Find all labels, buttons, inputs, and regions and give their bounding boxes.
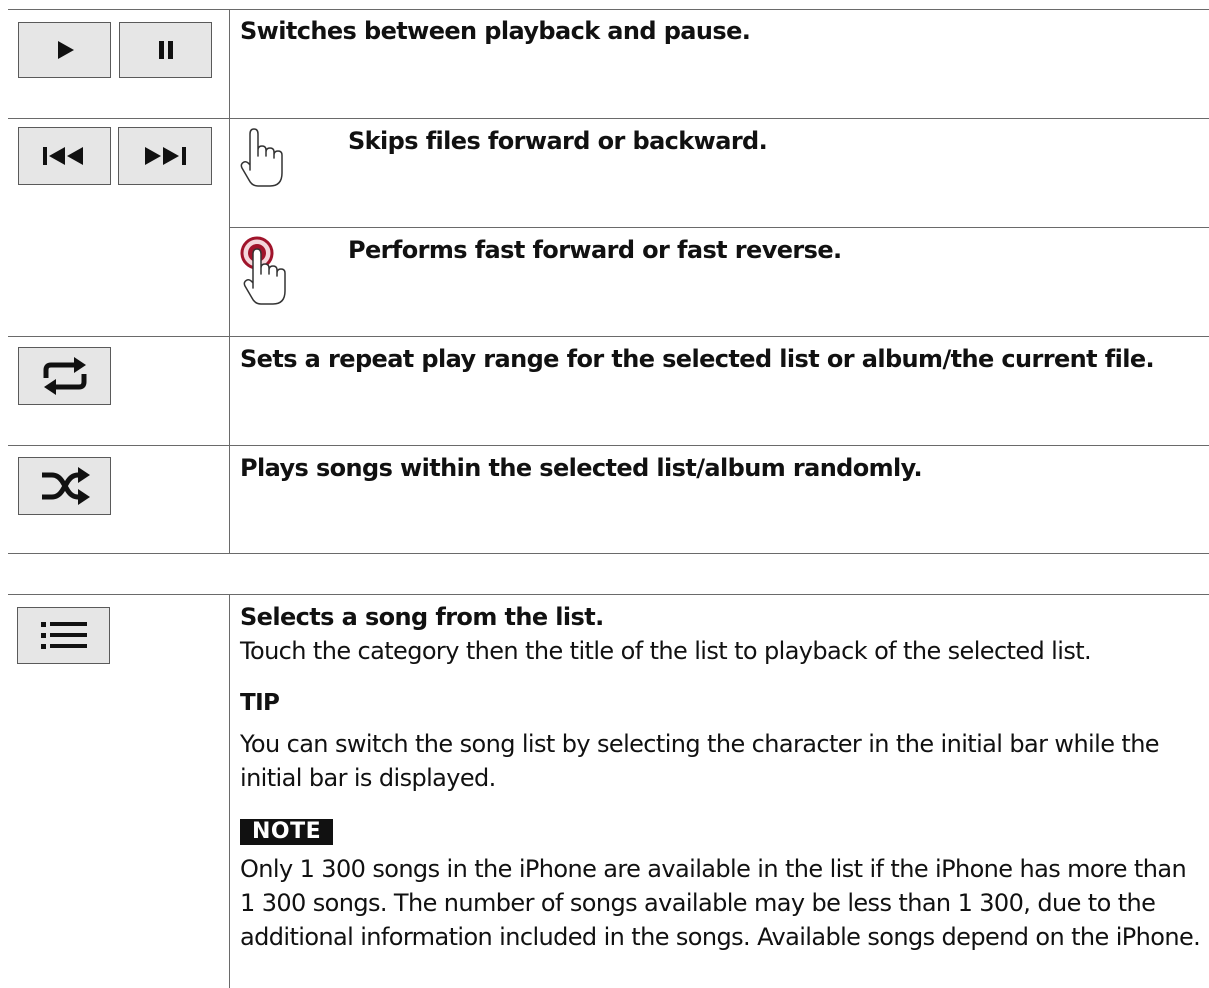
shuffle-button[interactable] bbox=[18, 457, 111, 515]
sub-row-divider bbox=[230, 227, 1209, 228]
skip-back-button[interactable] bbox=[18, 127, 111, 185]
touch-and-hold-hand-icon bbox=[240, 236, 288, 312]
list-body: Touch the category then the title of the… bbox=[240, 637, 1092, 665]
skip-forward-icon bbox=[140, 145, 190, 167]
column-divider bbox=[229, 594, 230, 988]
shuffle-icon bbox=[38, 466, 92, 506]
row-divider bbox=[8, 336, 1209, 337]
repeat-description: Sets a repeat play range for the selecte… bbox=[240, 345, 1155, 373]
shuffle-description: Plays songs within the selected list/alb… bbox=[240, 454, 923, 482]
play-button[interactable] bbox=[18, 22, 111, 78]
skip-back-icon bbox=[40, 145, 90, 167]
list-title: Selects a song from the list. bbox=[240, 603, 604, 631]
skip-forward-button[interactable] bbox=[118, 127, 212, 185]
pause-icon bbox=[155, 39, 177, 61]
play-pause-description: Switches between playback and pause. bbox=[240, 17, 751, 45]
repeat-icon bbox=[38, 356, 92, 396]
tip-text: You can switch the song list by selectin… bbox=[240, 730, 1160, 792]
fast-forward-description: Performs fast forward or fast reverse. bbox=[348, 236, 842, 264]
column-divider bbox=[229, 9, 230, 554]
list-button[interactable] bbox=[17, 607, 110, 664]
list-icon bbox=[39, 619, 89, 653]
play-icon bbox=[54, 39, 76, 61]
table-top-rule bbox=[8, 594, 1209, 595]
row-divider bbox=[8, 445, 1209, 446]
row-divider bbox=[8, 118, 1209, 119]
tip-label: TIP bbox=[240, 690, 280, 716]
repeat-button[interactable] bbox=[18, 347, 111, 405]
pause-button[interactable] bbox=[119, 22, 212, 78]
skip-description: Skips files forward or backward. bbox=[348, 127, 768, 155]
table-top-rule bbox=[8, 9, 1209, 10]
note-text: Only 1 300 songs in the iPhone are avail… bbox=[240, 855, 1201, 951]
tap-hand-icon bbox=[240, 128, 284, 194]
table-bottom-rule bbox=[8, 553, 1209, 554]
note-badge: NOTE bbox=[240, 819, 334, 845]
